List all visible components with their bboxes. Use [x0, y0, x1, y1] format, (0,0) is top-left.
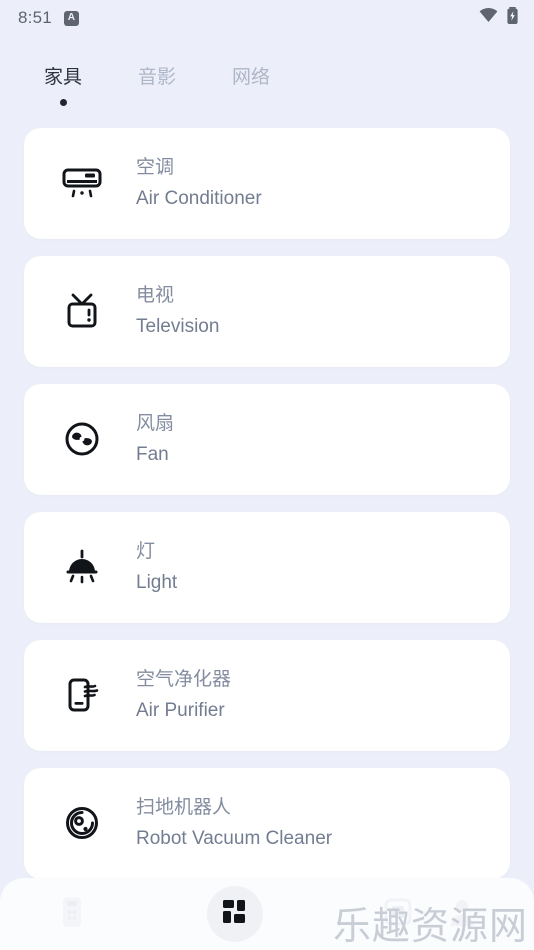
television-icon: [54, 291, 110, 331]
device-card-light[interactable]: 灯 Light: [24, 511, 510, 623]
wifi-icon: [479, 8, 498, 28]
device-name-cn: 风扇: [136, 412, 175, 434]
device-name-cn: 扫地机器人: [136, 796, 232, 818]
ceiling-light-icon: [54, 548, 110, 586]
tab-audio-video[interactable]: 音影: [134, 66, 180, 106]
tab-furniture[interactable]: 家具: [40, 66, 86, 106]
device-card-text: 扫地机器人 Robot Vacuum Cleaner: [136, 797, 332, 850]
device-card-text: 灯 Light: [136, 541, 177, 594]
tab-network[interactable]: 网络: [228, 66, 274, 106]
device-card-text: 风扇 Fan: [136, 413, 174, 466]
status-bar: 8:51 A: [0, 0, 534, 36]
tab-label: 音影: [138, 67, 177, 88]
tab-active-indicator: [154, 99, 161, 106]
device-name-cn: 灯: [136, 540, 156, 562]
device-card-text: 空气净化器 Air Purifier: [136, 669, 231, 722]
air-conditioner-icon: [54, 165, 110, 201]
device-card-text: 空调 Air Conditioner: [136, 157, 262, 210]
device-name-en: Air Purifier: [136, 699, 225, 721]
device-name-en: Fan: [136, 443, 169, 465]
scan-device-icon: [383, 897, 413, 932]
bottom-navigation-bar: 乐趣资源网: [0, 878, 534, 950]
badge-letter: A: [67, 12, 75, 23]
tab-label: 家具: [44, 67, 83, 88]
device-card-television[interactable]: 电视 Television: [24, 255, 510, 367]
device-name-cn: 空调: [136, 156, 175, 178]
device-card-air-conditioner[interactable]: 空调 Air Conditioner: [24, 127, 510, 239]
air-purifier-icon: [54, 674, 110, 716]
tab-active-indicator: [248, 99, 255, 106]
device-name-en: Television: [136, 315, 220, 337]
device-name-en: Light: [136, 571, 178, 593]
remote-control-icon: [59, 895, 85, 934]
device-name-en: Robot Vacuum Cleaner: [136, 827, 333, 849]
grid-dashboard-icon: [222, 899, 248, 930]
robot-vacuum-icon: [54, 804, 110, 842]
nav-item-remote[interactable]: [40, 895, 104, 934]
device-name-cn: 电视: [136, 284, 175, 306]
device-name-cn: 空气净化器: [136, 668, 232, 690]
notification-app-badge-icon: A: [63, 10, 79, 26]
tab-label: 网络: [232, 67, 271, 88]
category-tabs: 家具 音影 网络: [0, 36, 534, 106]
device-name-en: Air Conditioner: [136, 187, 262, 209]
device-card-robot-vacuum[interactable]: 扫地机器人 Robot Vacuum Cleaner: [24, 767, 510, 879]
device-card-fan[interactable]: 风扇 Fan: [24, 383, 510, 495]
battery-charging-icon: [507, 7, 518, 29]
nav-item-dashboard[interactable]: [207, 886, 263, 942]
app-screen: 8:51 A 家具 音影 网络 空调 Air Conditioner 电视 Te…: [0, 0, 534, 950]
tab-active-indicator: [59, 98, 67, 106]
profile-icon: [448, 897, 476, 932]
status-bar-left: 8:51 A: [18, 8, 79, 28]
nav-item-profile[interactable]: [430, 897, 494, 932]
device-card-air-purifier[interactable]: 空气净化器 Air Purifier: [24, 639, 510, 751]
fan-icon: [54, 420, 110, 458]
nav-item-scan-device[interactable]: [366, 897, 430, 932]
status-bar-right: [479, 7, 518, 29]
device-card-text: 电视 Television: [136, 285, 219, 338]
device-list: 空调 Air Conditioner 电视 Television 风扇 Fan …: [0, 106, 534, 950]
status-time: 8:51: [18, 8, 52, 27]
